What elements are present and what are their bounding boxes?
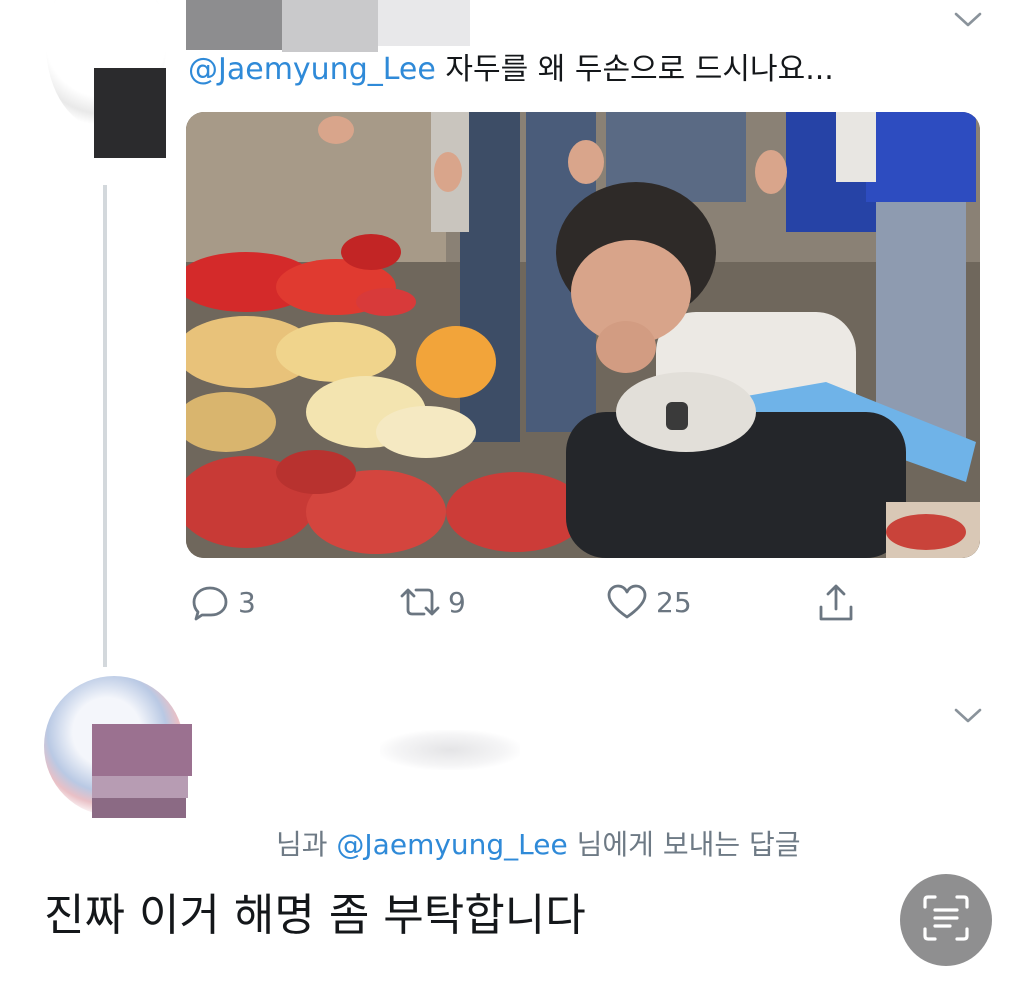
mention-link[interactable]: @Jaemyung_Lee	[188, 52, 436, 87]
reply-suffix: 님에게 보내는 답글	[567, 828, 801, 861]
reply-body-text: 진짜 이거 해명 좀 부탁합니다	[44, 890, 586, 941]
like-count: 25	[656, 585, 692, 619]
tweet-body-text: 자두를 왜 두손으로 드시나요...	[435, 52, 834, 87]
redaction-block	[92, 776, 188, 798]
reply-prefix: 님과	[276, 828, 337, 861]
replying-to-line: 님과 @Jaemyung_Lee 님에게 보내는 답글	[276, 826, 801, 864]
reply-count: 3	[238, 585, 256, 619]
mention-link[interactable]: @Jaemyung_Lee	[336, 828, 567, 861]
redaction-block	[94, 68, 166, 158]
redacted-username	[186, 0, 470, 52]
scan-text-button[interactable]	[900, 874, 992, 966]
tweet-action-bar: 3 9 25	[186, 578, 886, 628]
share-icon	[816, 581, 856, 623]
chevron-down-icon[interactable]	[954, 708, 982, 724]
retweet-button[interactable]: 9	[394, 578, 466, 626]
reply-button[interactable]: 3	[190, 578, 256, 626]
share-button[interactable]	[816, 578, 856, 626]
redaction-block	[282, 0, 378, 52]
redaction-block	[186, 0, 282, 50]
redacted-username	[380, 730, 520, 770]
reply-icon	[190, 582, 230, 622]
photo-illustration	[186, 112, 980, 558]
redaction-block	[378, 0, 470, 46]
like-button[interactable]: 25	[606, 578, 692, 626]
redaction-block	[92, 798, 186, 818]
avatar-redacted[interactable]	[46, 0, 168, 160]
tweet-photo[interactable]	[186, 112, 980, 558]
like-icon	[606, 582, 648, 622]
tweet-text: @Jaemyung_Lee 자두를 왜 두손으로 드시나요...	[188, 50, 834, 90]
redaction-block	[92, 724, 192, 776]
retweet-count: 9	[448, 585, 466, 619]
screenshot-page: @Jaemyung_Lee 자두를 왜 두손으로 드시나요... 3 9 25 …	[0, 0, 1024, 982]
scan-text-icon	[919, 891, 973, 949]
chevron-down-icon[interactable]	[954, 12, 982, 28]
avatar-redacted[interactable]	[44, 676, 192, 828]
retweet-icon	[394, 582, 446, 622]
thread-connector-line	[103, 185, 107, 667]
